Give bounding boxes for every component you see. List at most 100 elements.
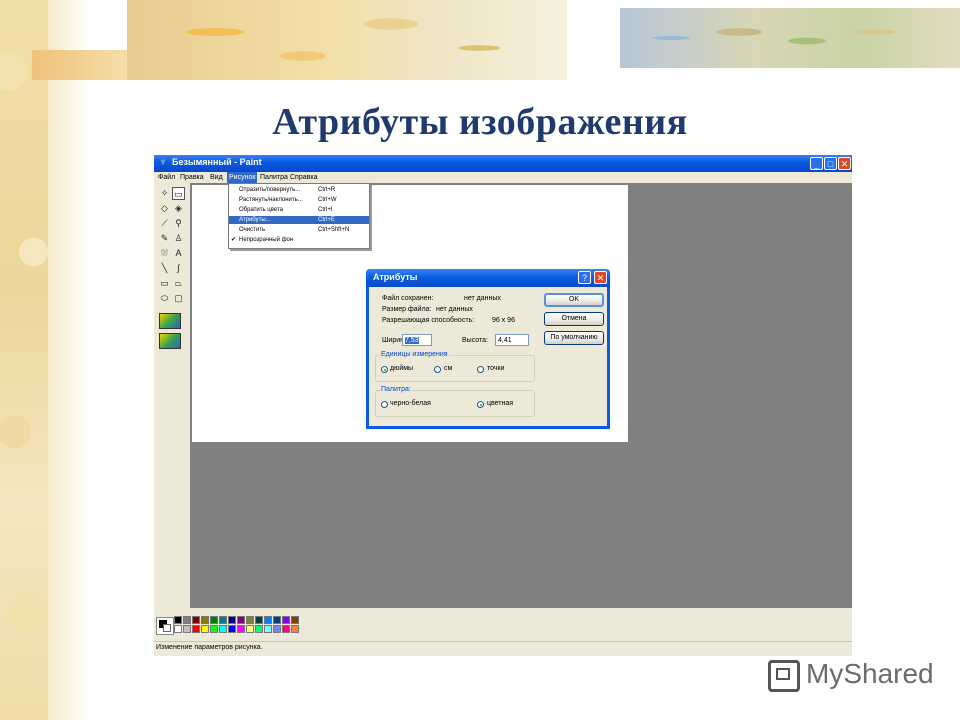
color-swatch[interactable] [291, 616, 299, 624]
window-title: Безымянный - Paint [172, 157, 262, 167]
color-swatch[interactable] [264, 625, 272, 633]
toolbox: ✧ ▭ ◇ ◈ ⟋ ⚲ ✎ ♙ ⛆ A ╲ ∫ ▭ ⏢ ⬭ ▢ [154, 183, 191, 608]
units-group: Единицы измерения дюймы см точки [375, 351, 535, 382]
color-swatch[interactable] [174, 616, 182, 624]
color-swatch[interactable] [219, 616, 227, 624]
cancel-button[interactable]: Отмена [544, 312, 604, 326]
airbrush-icon[interactable]: ⛆ [158, 247, 171, 260]
polygon-icon[interactable]: ⏢ [172, 277, 185, 290]
color-swatch[interactable] [201, 625, 209, 633]
menu-palette[interactable]: Палитра [258, 172, 290, 183]
radio-pixels[interactable] [477, 366, 484, 373]
default-button[interactable]: По умолчанию [544, 331, 604, 345]
current-colors [156, 617, 174, 635]
ok-button[interactable]: OK [544, 293, 604, 307]
menu-item-clear[interactable]: Очистить Ctrl+Shft+N [229, 226, 369, 234]
status-bar: Изменение параметров рисунка. [154, 641, 852, 656]
window-titlebar[interactable]: ♆ Безымянный - Paint _ □ ✕ [154, 155, 852, 172]
menu-view[interactable]: Вид [208, 172, 225, 183]
menu-item-shortcut: Ctrl+I [318, 207, 333, 213]
radio-cm[interactable] [434, 366, 441, 373]
color-swatch[interactable] [228, 625, 236, 633]
height-input[interactable]: 4,41 [495, 334, 529, 346]
color-swatch[interactable] [255, 616, 263, 624]
radio-black-white[interactable] [381, 401, 388, 408]
menu-item-label: Растянуть/наклонить... [239, 197, 303, 203]
radio-inches[interactable] [381, 366, 388, 373]
color-swatch[interactable] [183, 616, 191, 624]
color-swatch[interactable] [291, 625, 299, 633]
menu-image[interactable]: Рисунок [227, 172, 258, 183]
tool-option-icon[interactable] [159, 333, 181, 349]
menu-item-label: Непрозрачный фон [239, 237, 294, 243]
pencil-icon[interactable]: ✎ [158, 232, 171, 245]
free-select-icon[interactable]: ✧ [158, 187, 171, 200]
color-swatch[interactable] [264, 616, 272, 624]
menu-item-label: Отразить/повернуть... [239, 187, 301, 193]
color-swatch[interactable] [246, 625, 254, 633]
tool-option-icon[interactable] [159, 313, 181, 329]
dialog-close-button[interactable]: ✕ [594, 271, 607, 284]
banner-leaves-image [127, 0, 567, 80]
width-input[interactable]: 7,53 [402, 334, 432, 346]
color-picker-icon[interactable]: ⟋ [158, 217, 171, 230]
menu-item-attributes[interactable]: Атрибуты... Ctrl+E [229, 216, 369, 224]
paint-app-icon: ♆ [159, 157, 167, 168]
rectangle-icon[interactable]: ▭ [158, 277, 171, 290]
radio-inches-label: дюймы [390, 365, 414, 372]
color-swatch[interactable] [210, 616, 218, 624]
eraser-icon[interactable]: ◇ [158, 202, 171, 215]
line-icon[interactable]: ╲ [158, 262, 171, 275]
maximize-button[interactable]: □ [824, 157, 837, 170]
menu-item-shortcut: Ctrl+Shft+N [318, 227, 350, 233]
banner-block [32, 50, 127, 80]
menu-bar: Файл Правка Вид Рисунок Палитра Справка [154, 172, 852, 183]
color-palette [154, 608, 852, 641]
color-swatch[interactable] [228, 616, 236, 624]
color-swatch[interactable] [273, 625, 281, 633]
rounded-rect-icon[interactable]: ▢ [172, 292, 185, 305]
menu-item-opaque-background[interactable]: ✔ Непрозрачный фон [229, 236, 369, 244]
close-button[interactable]: ✕ [838, 157, 851, 170]
menu-help[interactable]: Справка [288, 172, 319, 183]
minimize-button[interactable]: _ [810, 157, 823, 170]
color-swatch[interactable] [219, 625, 227, 633]
menu-item-flip-rotate[interactable]: Отразить/повернуть... Ctrl+R [229, 186, 369, 194]
text-icon[interactable]: A [172, 247, 185, 260]
color-swatch[interactable] [282, 625, 290, 633]
color-swatch[interactable] [192, 625, 200, 633]
color-swatch[interactable] [273, 616, 281, 624]
color-swatch[interactable] [201, 616, 209, 624]
magnifier-icon[interactable]: ⚲ [172, 217, 185, 230]
units-group-label: Единицы измерения [380, 351, 449, 358]
help-button[interactable]: ? [578, 271, 591, 284]
menu-item-stretch-skew[interactable]: Растянуть/наклонить... Ctrl+W [229, 196, 369, 204]
brush-icon[interactable]: ♙ [172, 232, 185, 245]
color-swatch[interactable] [246, 616, 254, 624]
paint-window: ♆ Безымянный - Paint _ □ ✕ Файл Правка В… [154, 155, 852, 656]
color-swatch[interactable] [255, 625, 263, 633]
color-swatch[interactable] [237, 616, 245, 624]
dialog-titlebar[interactable]: Атрибуты ? ✕ [366, 269, 610, 287]
radio-color[interactable] [477, 401, 484, 408]
color-swatch[interactable] [282, 616, 290, 624]
menu-item-shortcut: Ctrl+W [318, 197, 337, 203]
radio-color-label: цветная [487, 400, 514, 407]
menu-item-label: Атрибуты... [239, 217, 271, 223]
color-swatch[interactable] [192, 616, 200, 624]
rect-select-icon[interactable]: ▭ [172, 187, 185, 200]
height-label: Высота: [462, 337, 488, 344]
check-icon: ✔ [231, 237, 237, 243]
file-size-value: нет данных [436, 306, 473, 313]
menu-edit[interactable]: Правка [178, 172, 206, 183]
curve-icon[interactable]: ∫ [172, 262, 185, 275]
ellipse-icon[interactable]: ⬭ [158, 292, 171, 305]
menu-file[interactable]: Файл [156, 172, 177, 183]
color-swatch[interactable] [174, 625, 182, 633]
myshared-logo: MyShared [768, 656, 934, 696]
fill-icon[interactable]: ◈ [172, 202, 185, 215]
color-swatch[interactable] [183, 625, 191, 633]
color-swatch[interactable] [237, 625, 245, 633]
color-swatch[interactable] [210, 625, 218, 633]
menu-item-invert-colors[interactable]: Обратить цвета Ctrl+I [229, 206, 369, 214]
